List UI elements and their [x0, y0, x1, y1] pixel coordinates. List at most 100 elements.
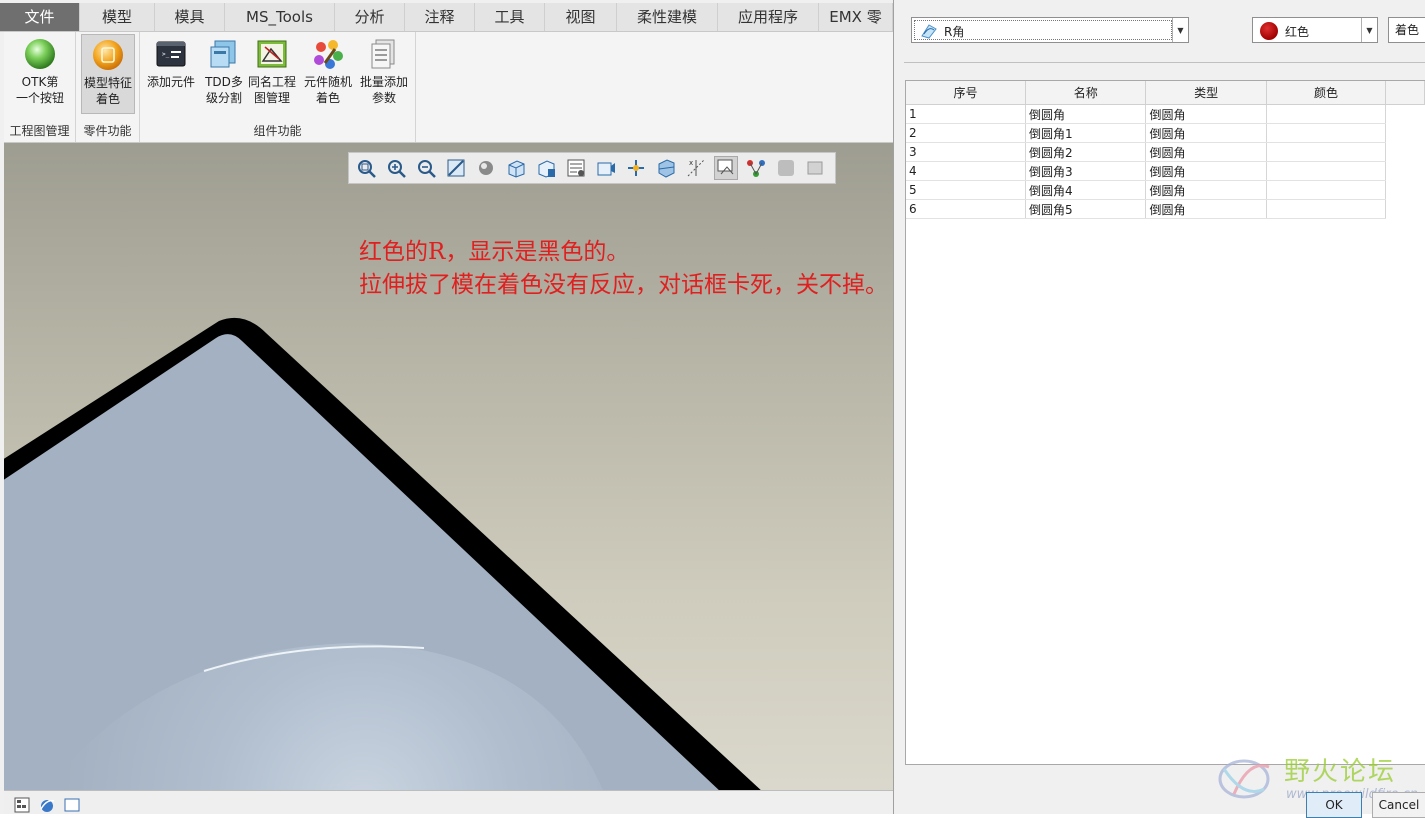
- annotation-line-2: 拉伸拔了模在着色没有反应，对话框卡死，关不掉。: [359, 272, 888, 298]
- ribbon-group-assembly-functions: >_ 添加元件 TDD多 级分割 同名工程 图管理 元件随机 着色 批量添加 参…: [140, 32, 416, 142]
- ribbon-group-drawing-mgmt: OTK第 一个按钮 工程图管理: [4, 32, 76, 142]
- menu-tab-10[interactable]: EMX 零: [819, 3, 893, 31]
- view-manager-icon[interactable]: [565, 157, 587, 179]
- add-component-label: 添加元件: [146, 75, 195, 89]
- ok-button[interactable]: OK: [1306, 792, 1362, 818]
- feature-table[interactable]: 序号 名称 类型 颜色 1 倒圆角 倒圆角 2 倒圆角1 倒圆角 3 倒圆角2 倒圆角 4 倒圆角3 倒圆角…: [905, 80, 1425, 765]
- table-cell: 倒圆角4: [1025, 180, 1147, 200]
- full-screen-icon[interactable]: [64, 797, 80, 813]
- table-cell: 倒圆角: [1145, 199, 1267, 219]
- annotation-display-icon[interactable]: [714, 156, 738, 180]
- tdd-split-label: TDD多 级分割: [205, 75, 243, 105]
- appearance-icon[interactable]: [775, 157, 797, 179]
- menu-tab-4[interactable]: 分析: [335, 3, 405, 31]
- zoom-in-icon[interactable]: [385, 157, 407, 179]
- color-dropdown-arrow[interactable]: ▼: [1361, 18, 1377, 42]
- ribbon-group-part-functions: 模型特征 着色 零件功能: [76, 32, 140, 142]
- tdd-split-button[interactable]: TDD多 级分割: [197, 34, 251, 114]
- menu-tab-9[interactable]: 应用程序: [718, 3, 819, 31]
- standard-orientation-icon[interactable]: [505, 157, 527, 179]
- column-header[interactable]: 序号: [906, 81, 1026, 105]
- divider: [904, 62, 1425, 63]
- graphics-viewport[interactable]: x 红色的R，显示是黑色的。 拉伸拔了模在着色没有反应，对话框卡死，关不掉。: [4, 143, 893, 790]
- table-cell: 2: [906, 123, 1026, 143]
- spin-center-icon[interactable]: [625, 157, 647, 179]
- same-name-drawing-label: 同名工程 图管理: [247, 75, 296, 105]
- same-name-drawing-button[interactable]: 同名工程 图管理: [245, 34, 299, 114]
- model-tree-icon[interactable]: [14, 797, 30, 813]
- menu-tab-7[interactable]: 视图: [545, 3, 617, 31]
- menu-tab-0[interactable]: 文件: [0, 3, 80, 31]
- repaint-icon[interactable]: [445, 157, 467, 179]
- add-component-button[interactable]: >_ 添加元件: [144, 34, 198, 114]
- menu-tab-2[interactable]: 模具: [155, 3, 225, 31]
- layered-cubes-icon: [210, 40, 236, 68]
- zoom-out-icon[interactable]: [415, 157, 437, 179]
- status-bar: [4, 790, 893, 814]
- red-swatch-icon: [1260, 22, 1278, 40]
- table-row[interactable]: 4 倒圆角3 倒圆角: [906, 161, 1425, 181]
- column-header[interactable]: 类型: [1145, 81, 1267, 105]
- table-cell: 4: [906, 161, 1026, 181]
- table-row[interactable]: 1 倒圆角 倒圆角: [906, 104, 1425, 124]
- model-tree-flow-icon[interactable]: [745, 157, 767, 179]
- table-row[interactable]: 2 倒圆角1 倒圆角: [906, 123, 1425, 143]
- table-row[interactable]: 3 倒圆角2 倒圆角: [906, 142, 1425, 162]
- svg-text:x: x: [689, 159, 693, 167]
- annotation-line-1: 红色的R，显示是黑色的。: [359, 239, 630, 265]
- menu-tab-3[interactable]: MS_Tools: [225, 3, 335, 31]
- green-sphere-icon: [25, 39, 55, 69]
- column-header[interactable]: 颜色: [1266, 81, 1387, 105]
- table-cell: 3: [906, 142, 1026, 162]
- ribbon-panel: OTK第 一个按钮 工程图管理 模型特征 着色 零件功能 >_ 添加元件 TDD…: [4, 32, 893, 143]
- ribbon-tab-bar: 文件 模型 模具 MS_Tools 分析 注释 工具 视图 柔性建模 应用程序 EMX 零: [0, 3, 893, 32]
- feature-coloring-label: 模型特征 着色: [83, 76, 132, 106]
- feature-coloring-dialog: R角 ▼ 红色 ▼ 着色 序号 名称 类型 颜色 1 倒圆角 倒圆角 2 倒圆角1 倒圆角 3 倒圆…: [893, 0, 1425, 818]
- refit-icon[interactable]: [355, 157, 377, 179]
- ribbon-group-label: 零件功能: [83, 124, 132, 138]
- otk-first-label: OTK第 一个按钮: [15, 75, 64, 105]
- menu-tab-5[interactable]: 注释: [405, 3, 475, 31]
- table-header-row: 序号 名称 类型 颜色: [906, 81, 1425, 105]
- table-cell-filler: [1386, 181, 1425, 200]
- table-cell-filler: [1386, 162, 1425, 181]
- table-row[interactable]: 5 倒圆角4 倒圆角: [906, 180, 1425, 200]
- table-cell-filler: [1386, 105, 1425, 124]
- ribbon-group-label: 组件功能: [253, 124, 302, 138]
- feature-type-select[interactable]: R角 ▼: [911, 17, 1189, 43]
- drawing-sheet-icon: [257, 40, 287, 68]
- column-header[interactable]: 名称: [1025, 81, 1147, 105]
- apply-color-button[interactable]: 着色: [1388, 17, 1425, 43]
- section-icon[interactable]: [655, 157, 677, 179]
- perspective-icon[interactable]: [595, 157, 617, 179]
- table-row[interactable]: 6 倒圆角5 倒圆角: [906, 199, 1425, 219]
- browser-icon[interactable]: [39, 797, 55, 813]
- menu-tab-1[interactable]: 模型: [80, 3, 155, 31]
- table-cell: 倒圆角: [1145, 123, 1267, 143]
- red-annotation-text: 红色的R，显示是黑色的。 拉伸拔了模在着色没有反应，对话框卡死，关不掉。: [359, 236, 888, 302]
- color-select[interactable]: 红色 ▼: [1252, 17, 1378, 43]
- chevron-down-icon: ▼: [1177, 25, 1184, 35]
- table-cell: [1266, 180, 1387, 200]
- feature-dropdown-arrow[interactable]: ▼: [1172, 18, 1188, 42]
- batch-param-button[interactable]: 批量添加 参数: [357, 34, 411, 114]
- table-cell: [1266, 199, 1387, 219]
- shading-icon[interactable]: [805, 157, 827, 179]
- table-cell-filler: [1386, 143, 1425, 162]
- batch-param-label: 批量添加 参数: [359, 75, 408, 105]
- otk-first-button[interactable]: OTK第 一个按钮: [13, 34, 67, 114]
- table-cell: 倒圆角: [1145, 142, 1267, 162]
- feature-coloring-button[interactable]: 模型特征 着色: [81, 34, 135, 114]
- table-cell: [1266, 104, 1387, 124]
- table-cell: 6: [906, 199, 1026, 219]
- random-color-button[interactable]: 元件随机 着色: [301, 34, 355, 114]
- cancel-button[interactable]: Cancel: [1372, 792, 1425, 818]
- menu-tab-6[interactable]: 工具: [475, 3, 545, 31]
- table-cell: 倒圆角3: [1025, 161, 1147, 181]
- display-style-icon[interactable]: [475, 157, 497, 179]
- table-cell: [1266, 142, 1387, 162]
- table-cell: 5: [906, 180, 1026, 200]
- menu-tab-8[interactable]: 柔性建模: [617, 3, 718, 31]
- datum-display-icon[interactable]: x: [685, 157, 707, 179]
- saved-orientations-icon[interactable]: [535, 157, 557, 179]
